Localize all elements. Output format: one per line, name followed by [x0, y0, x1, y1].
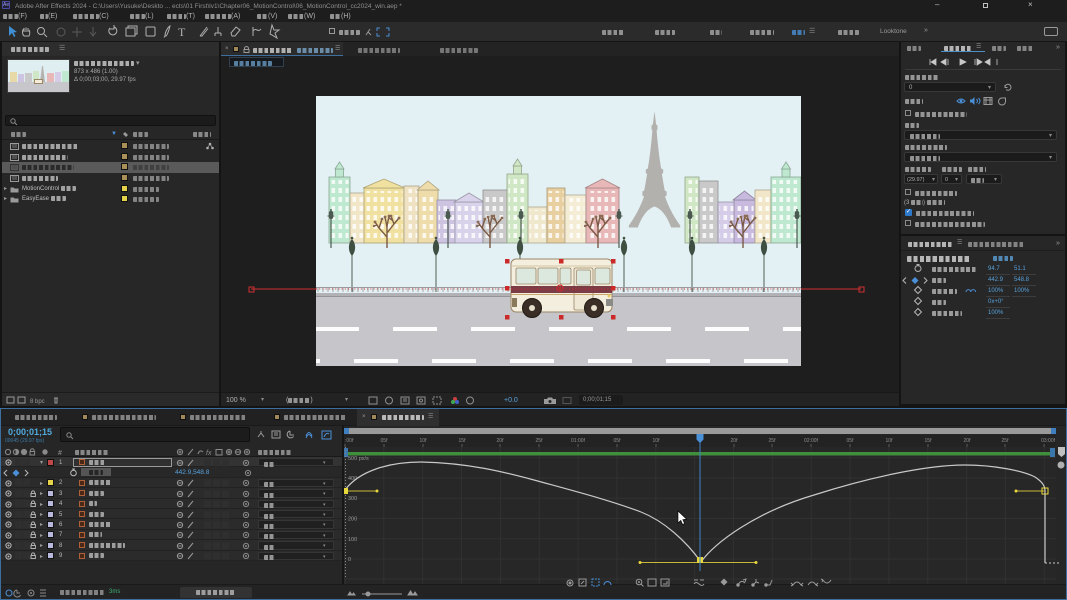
svg-text:02:00f: 02:00f	[804, 438, 819, 444]
svg-text::00f: :00f	[345, 438, 354, 444]
svg-text:05f: 05f	[614, 438, 622, 444]
svg-text:25f: 25f	[536, 438, 544, 444]
svg-text:25f: 25f	[769, 438, 777, 444]
svg-text:03:00f: 03:00f	[1041, 438, 1056, 444]
svg-text:300: 300	[348, 496, 357, 502]
svg-text:20f: 20f	[497, 438, 505, 444]
svg-text:#: #	[58, 450, 62, 456]
svg-text:8 bpc: 8 bpc	[30, 399, 45, 405]
svg-text:20f: 20f	[731, 438, 739, 444]
svg-text:0: 0	[348, 557, 351, 563]
svg-text:05f: 05f	[847, 438, 855, 444]
svg-text:100: 100	[348, 537, 357, 543]
svg-text:500 px/s: 500 px/s	[348, 456, 369, 462]
svg-text:10f: 10f	[420, 438, 428, 444]
svg-text:fx: fx	[206, 450, 212, 456]
svg-text:15f: 15f	[925, 438, 933, 444]
svg-text:25f: 25f	[1002, 438, 1010, 444]
svg-text:01:00f: 01:00f	[571, 438, 586, 444]
svg-text:10f: 10f	[886, 438, 894, 444]
svg-text:05f: 05f	[381, 438, 389, 444]
svg-text:10f: 10f	[653, 438, 661, 444]
svg-text:T: T	[178, 25, 186, 39]
svg-text:15f: 15f	[459, 438, 467, 444]
svg-text:200: 200	[348, 517, 357, 523]
svg-text:20f: 20f	[964, 438, 972, 444]
